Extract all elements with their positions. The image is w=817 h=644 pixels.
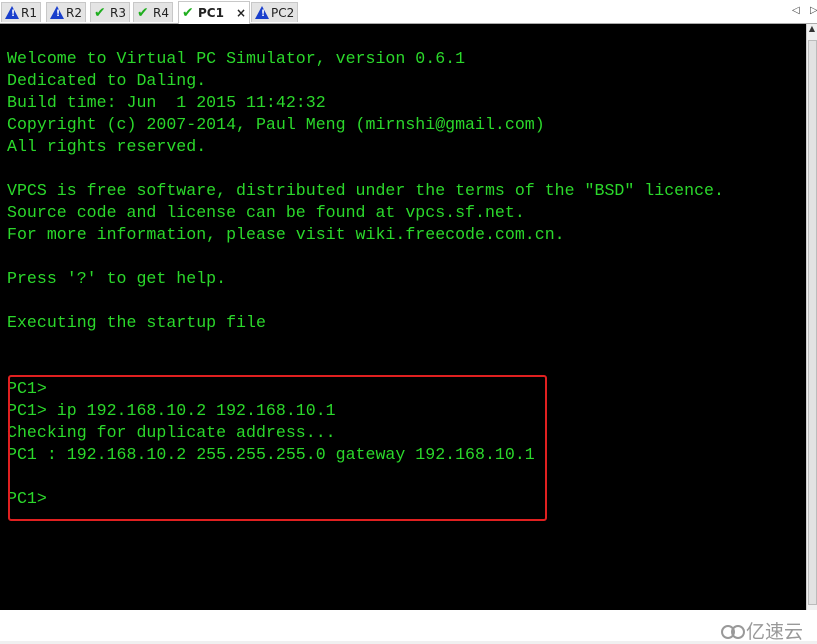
- highlight-box: [8, 375, 547, 521]
- terminal-line: Dedicated to Daling.: [7, 71, 207, 90]
- tab-label: R2: [66, 5, 82, 20]
- terminal-line: Executing the startup file: [7, 313, 266, 332]
- tab-label: PC1: [197, 6, 224, 20]
- terminal-line: All rights reserved.: [7, 137, 207, 156]
- tab-r1[interactable]: ! R1: [1, 2, 41, 22]
- watermark-text: 亿速云: [745, 621, 803, 643]
- scroll-up-icon[interactable]: ▲: [807, 24, 817, 33]
- cloud-logo-icon: [720, 624, 745, 639]
- tab-r4[interactable]: ✔ R4: [133, 2, 173, 22]
- tab-r2[interactable]: ! R2: [46, 2, 86, 22]
- scrollbar-thumb[interactable]: [808, 40, 817, 605]
- tab-pc2[interactable]: ! PC2: [251, 2, 299, 22]
- terminal-line: Source code and license can be found at …: [7, 203, 525, 222]
- terminal-line: For more information, please visit wiki.…: [7, 225, 565, 244]
- warning-icon: !: [5, 6, 19, 19]
- tab-pc1[interactable]: ✔ PC1 ×: [178, 1, 250, 24]
- scroll-tabs-left-icon[interactable]: ◁: [792, 5, 800, 16]
- terminal-line: Press '?' to get help.: [7, 269, 227, 288]
- tab-label: R1: [21, 5, 37, 20]
- check-icon: ✔: [137, 4, 149, 21]
- tab-label: R4: [153, 5, 169, 20]
- warning-icon: !: [255, 6, 269, 19]
- watermark: 亿速云: [720, 617, 803, 644]
- close-tab-button[interactable]: ×: [236, 6, 246, 20]
- terminal-output[interactable]: Welcome to Virtual PC Simulator, version…: [0, 24, 806, 610]
- terminal-line: Copyright (c) 2007-2014, Paul Meng (mirn…: [7, 115, 545, 134]
- tab-label: R3: [110, 5, 126, 20]
- terminal-line: VPCS is free software, distributed under…: [7, 181, 724, 200]
- terminal-line: Welcome to Virtual PC Simulator, version…: [7, 49, 466, 68]
- check-icon: ✔: [182, 5, 194, 21]
- status-area: [0, 610, 817, 641]
- scroll-tabs-right-icon[interactable]: ▷: [810, 5, 817, 16]
- warning-icon: !: [50, 6, 64, 19]
- vertical-scrollbar[interactable]: ▲: [806, 24, 817, 610]
- check-icon: ✔: [94, 4, 106, 21]
- terminal-line: Build time: Jun 1 2015 11:42:32: [7, 93, 326, 112]
- tab-r3[interactable]: ✔ R3: [90, 2, 130, 22]
- tab-bar: ! R1 ! R2 ✔ R3 ✔ R4 ✔ PC1 × ! PC2 ◁ ▷: [0, 0, 817, 24]
- tab-label: PC2: [271, 5, 295, 20]
